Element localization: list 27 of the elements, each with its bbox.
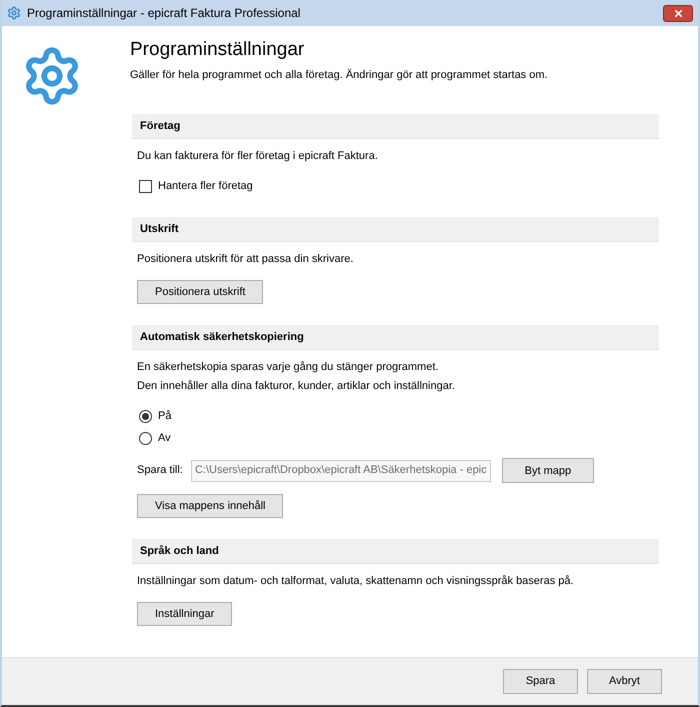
dialog-button[interactable]: Spara — [503, 669, 578, 694]
window-title: Programinställningar - epicraft Faktura Professional — [27, 5, 300, 22]
gear-icon — [7, 6, 21, 20]
section-description: Positionera utskrift för att passa din skrivare. — [137, 252, 354, 267]
section-header: Automatisk säkerhetskopiering — [132, 325, 659, 350]
action-button[interactable]: Inställningar — [137, 602, 232, 626]
close-button[interactable] — [663, 4, 693, 22]
radio-label[interactable]: På — [158, 408, 172, 424]
action-button[interactable]: Positionera utskrift — [137, 280, 264, 304]
section-header: Utskrift — [132, 217, 659, 242]
radio-button[interactable] — [139, 432, 152, 444]
section-description: Inställningar som datum- och talformat, valuta, skattenamn och visningsspråk baseras på. — [137, 574, 575, 589]
section-description: Du kan fakturera för fler företag i epicraft Faktura. — [137, 149, 379, 164]
page-subtitle: Gäller för hela programmet och alla företag. Ändringar gör att programmet startas om. — [130, 68, 549, 83]
section-header: Företag — [132, 114, 659, 139]
dialog-button[interactable]: Avbryt — [587, 669, 662, 694]
checkbox-label[interactable]: Hantera fler företag — [158, 178, 253, 195]
checkbox[interactable] — [139, 180, 152, 193]
radio-label[interactable]: Av — [158, 430, 171, 446]
page-title: Programinställningar — [130, 38, 306, 62]
close-icon — [672, 8, 684, 18]
section-description: En säkerhetskopia sparas varje gång du stänger programmet. — [137, 360, 440, 375]
section-description: Den innehåller alla dina fakturor, kunder, artiklar och inställningar. — [137, 379, 456, 394]
section-header: Språk och land — [132, 539, 659, 564]
field-label: Spara till: — [137, 463, 184, 478]
action-button[interactable]: Visa mappens innehåll — [137, 494, 284, 518]
radio-button[interactable] — [139, 410, 152, 422]
